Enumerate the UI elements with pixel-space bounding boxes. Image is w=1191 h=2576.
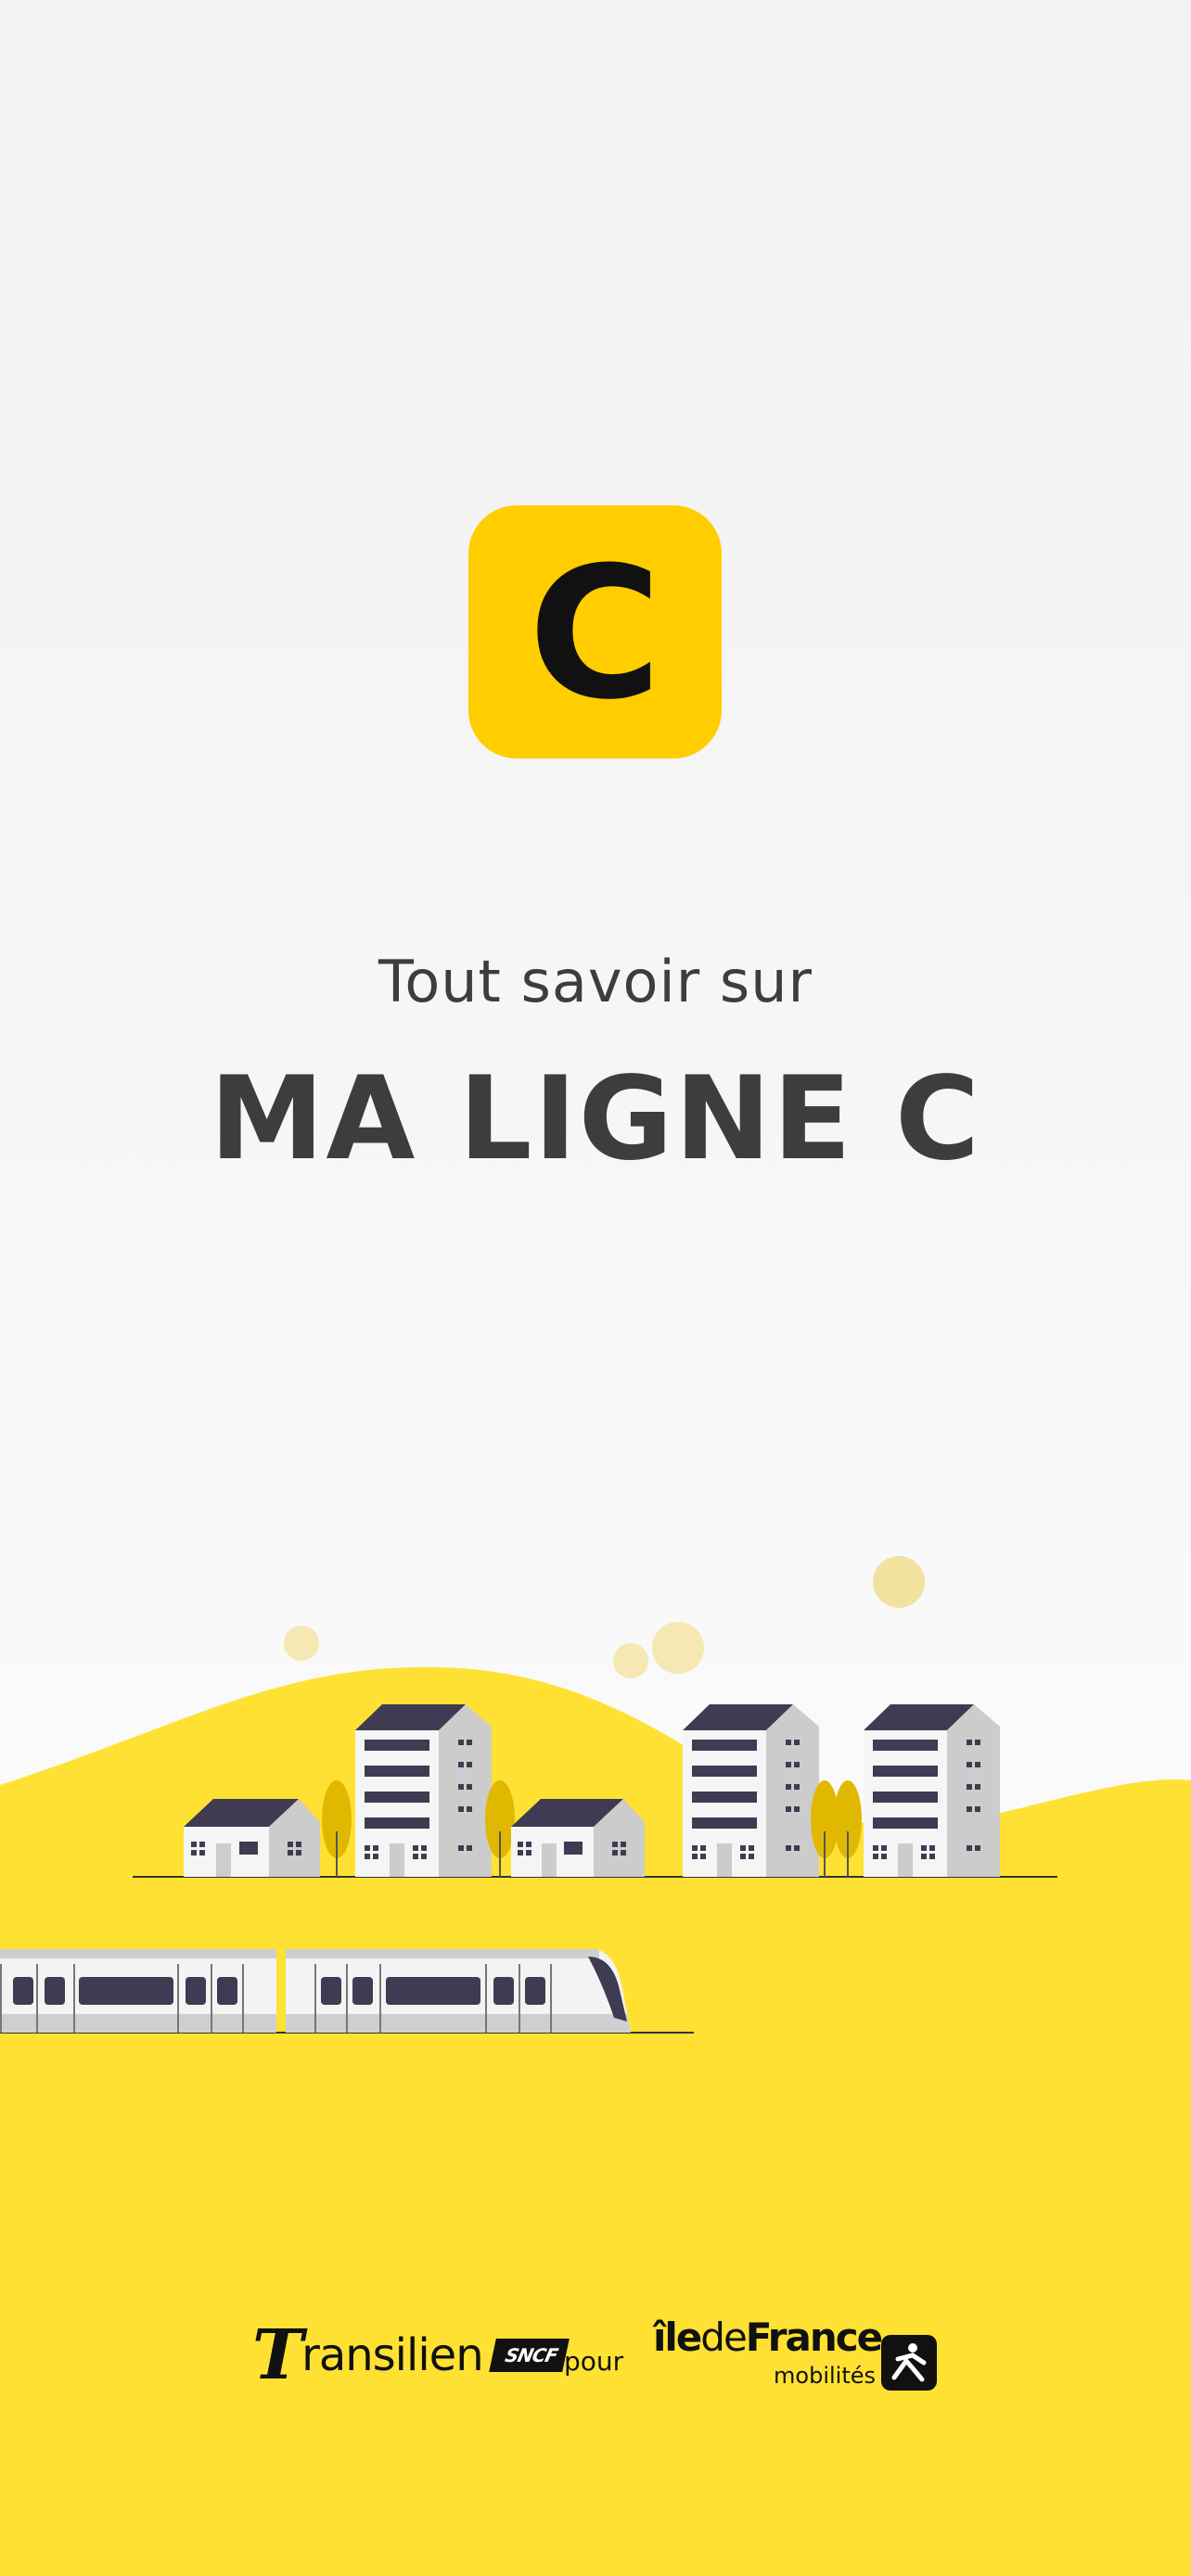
train <box>0 1949 694 2034</box>
subtitle: Tout savoir sur <box>378 948 813 1015</box>
apartment-building <box>683 1704 819 1877</box>
idfm-france: France <box>745 2315 883 2360</box>
sky-circle <box>284 1626 319 1661</box>
transilien-logo: T ransilien SNCF <box>252 2315 570 2395</box>
idfm-ile: île <box>653 2315 702 2360</box>
train-and-buildings-illustration <box>0 1556 1191 2576</box>
sncf-logo: SNCF <box>488 2339 570 2372</box>
partner-logos-footer: T ransilien SNCF pour îledeFrance mobili… <box>0 2309 1191 2411</box>
idfm-person-icon <box>881 2335 937 2391</box>
apartment-building <box>864 1704 1000 1877</box>
apartment-building <box>355 1704 492 1877</box>
ile-de-france-mobilites-logo: îledeFrance mobilités <box>653 2315 937 2398</box>
line-badge-letter: C <box>528 528 662 740</box>
splash-screen: C Tout savoir sur MA LIGNE C T ransilien… <box>0 0 1191 2576</box>
transilien-logo-t: T <box>252 2315 304 2395</box>
sky-circle <box>652 1622 704 1674</box>
idfm-logo-subtext: mobilités <box>774 2363 876 2389</box>
page-title: MA LIGNE C <box>209 1052 982 1186</box>
pour-text: pour <box>564 2346 624 2377</box>
house <box>511 1799 645 1877</box>
house <box>184 1799 320 1877</box>
transilien-logo-text: ransilien <box>301 2329 484 2381</box>
idfm-logo-text: îledeFrance <box>653 2315 883 2360</box>
sky-circle <box>613 1643 648 1678</box>
line-c-badge: C <box>468 505 722 759</box>
sky-circle <box>873 1556 925 1608</box>
idfm-de: de <box>700 2315 747 2360</box>
